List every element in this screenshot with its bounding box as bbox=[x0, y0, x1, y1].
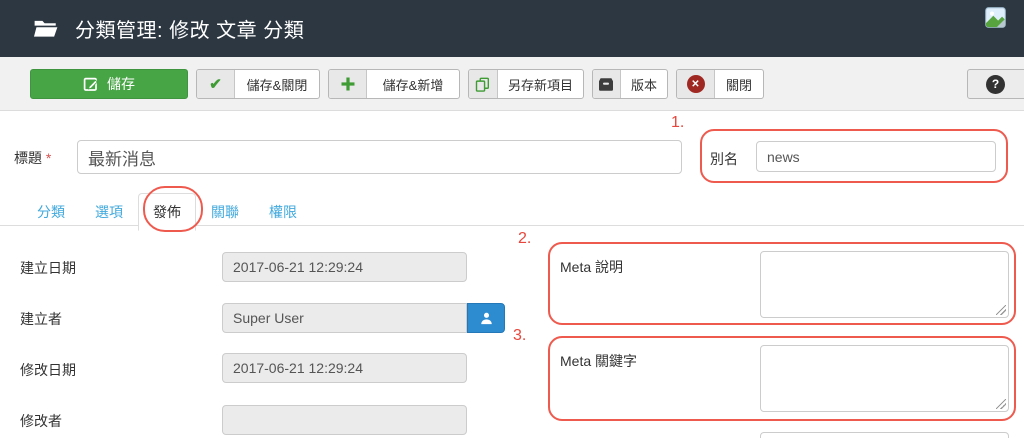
save-button[interactable]: 儲存 bbox=[30, 69, 188, 99]
tab-associations[interactable]: 關聯 bbox=[196, 193, 254, 231]
modified-by-label: 修改者 bbox=[20, 411, 62, 431]
created-by-label: 建立者 bbox=[20, 309, 62, 329]
tab-permissions[interactable]: 權限 bbox=[254, 193, 312, 231]
close-button[interactable]: ✕ 關閉 bbox=[676, 69, 764, 99]
required-asterisk: * bbox=[46, 150, 51, 166]
tab-publishing[interactable]: 發佈 bbox=[138, 193, 196, 231]
close-circle-icon: ✕ bbox=[677, 70, 715, 98]
title-field-label: 標題 * bbox=[14, 148, 51, 168]
save-button-label: 儲存 bbox=[107, 74, 135, 94]
resize-grip-icon[interactable] bbox=[996, 399, 1006, 409]
broken-image-icon bbox=[985, 7, 1006, 33]
close-label: 關閉 bbox=[715, 75, 763, 94]
help-button[interactable]: ? bbox=[967, 69, 1024, 99]
meta-keywords-textarea[interactable] bbox=[760, 345, 1009, 412]
folder-open-icon bbox=[33, 16, 59, 42]
save-close-button[interactable]: ✔ 儲存&關閉 bbox=[196, 69, 320, 99]
resize-grip-icon[interactable] bbox=[996, 305, 1006, 315]
alias-field-label: 別名 bbox=[710, 149, 738, 169]
admin-header: 分類管理: 修改 文章 分類 bbox=[0, 0, 1024, 57]
page-title: 分類管理: 修改 文章 分類 bbox=[75, 14, 304, 43]
toolbar-button-group: 儲存 ✔ 儲存&關閉 儲存&新增 bbox=[30, 69, 764, 99]
created-date-label: 建立日期 bbox=[20, 258, 76, 278]
copy-icon bbox=[469, 70, 498, 98]
annotation-number-1: 1. bbox=[671, 114, 684, 132]
versions-label: 版本 bbox=[621, 75, 667, 94]
category-edit-page: 分類管理: 修改 文章 分類 儲存 ✔ bbox=[0, 0, 1024, 438]
created-date-input[interactable] bbox=[222, 252, 467, 282]
next-field-input-partial[interactable] bbox=[760, 432, 1009, 438]
created-by-input[interactable] bbox=[222, 303, 467, 333]
versions-button[interactable]: 版本 bbox=[592, 69, 668, 99]
select-user-button[interactable] bbox=[467, 303, 505, 333]
meta-keywords-label: Meta 關鍵字 bbox=[560, 351, 637, 371]
modified-by-input[interactable] bbox=[222, 405, 467, 435]
alias-input[interactable] bbox=[756, 141, 996, 172]
plus-icon bbox=[329, 70, 367, 98]
save-new-label: 儲存&新增 bbox=[367, 75, 459, 94]
annotation-number-3: 3. bbox=[513, 327, 526, 345]
save-copy-label: 另存新項目 bbox=[498, 75, 583, 94]
toolbar: 儲存 ✔ 儲存&關閉 儲存&新增 bbox=[0, 57, 1024, 111]
annotation-number-2: 2. bbox=[518, 230, 531, 248]
save-new-button[interactable]: 儲存&新增 bbox=[328, 69, 460, 99]
archive-icon bbox=[593, 70, 621, 98]
tab-bar: 分類 選項 發佈 關聯 權限 bbox=[22, 193, 312, 231]
modified-date-input[interactable] bbox=[222, 353, 467, 383]
modified-date-label: 修改日期 bbox=[20, 360, 76, 380]
save-pencil-square-icon bbox=[83, 76, 99, 92]
meta-description-textarea[interactable] bbox=[760, 251, 1009, 318]
meta-description-label: Meta 說明 bbox=[560, 257, 623, 277]
save-copy-button[interactable]: 另存新項目 bbox=[468, 69, 584, 99]
help-icon: ? bbox=[986, 75, 1005, 94]
user-icon bbox=[479, 311, 494, 326]
title-input[interactable] bbox=[77, 140, 682, 174]
check-icon: ✔ bbox=[197, 70, 235, 98]
tab-options[interactable]: 選項 bbox=[80, 193, 138, 231]
tab-category[interactable]: 分類 bbox=[22, 193, 80, 231]
save-close-label: 儲存&關閉 bbox=[235, 75, 319, 94]
